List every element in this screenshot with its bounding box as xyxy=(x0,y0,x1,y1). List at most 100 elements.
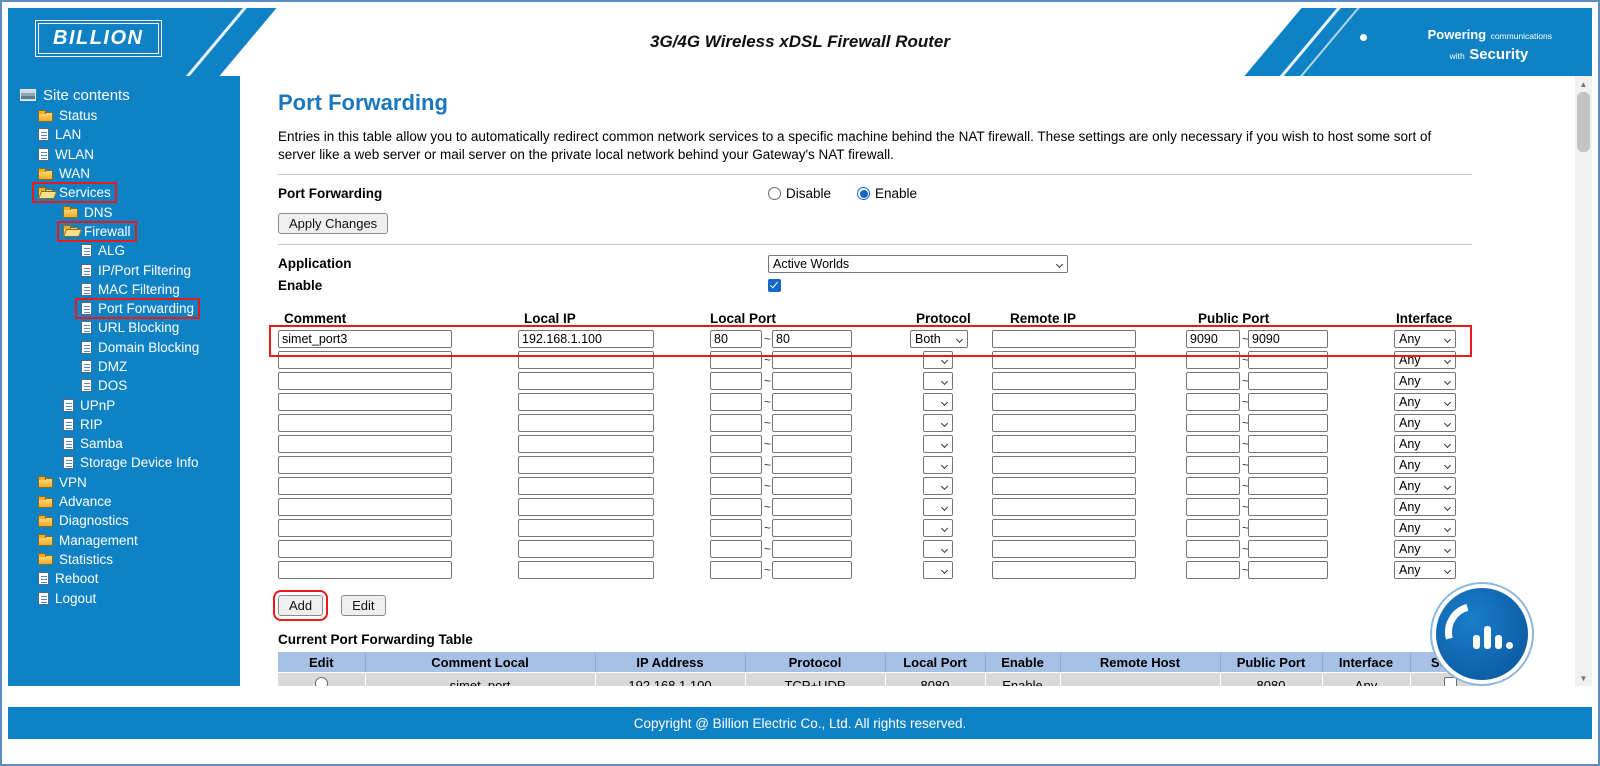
interface-select[interactable]: Any xyxy=(1394,456,1456,474)
remote-ip-input[interactable] xyxy=(992,561,1136,579)
scrollbar-thumb[interactable] xyxy=(1577,92,1590,152)
interface-select[interactable]: Any xyxy=(1394,330,1456,348)
scroll-down-arrow-icon[interactable]: ▼ xyxy=(1575,670,1592,686)
public-port-to-input[interactable] xyxy=(1248,351,1328,369)
interface-select[interactable]: Any xyxy=(1394,477,1456,495)
local-ip-input[interactable] xyxy=(518,477,654,495)
sidebar-item-advance[interactable]: Advance xyxy=(8,492,240,511)
interface-select[interactable]: Any xyxy=(1394,372,1456,390)
public-port-from-input[interactable] xyxy=(1186,456,1240,474)
protocol-select[interactable]: Both xyxy=(910,330,968,348)
comment-input[interactable] xyxy=(278,540,452,558)
local-port-to-input[interactable] xyxy=(772,393,852,411)
public-port-to-input[interactable] xyxy=(1248,519,1328,537)
public-port-from-input[interactable] xyxy=(1186,393,1240,411)
interface-select[interactable]: Any xyxy=(1394,498,1456,516)
sidebar-item-mac-filtering[interactable]: MAC Filtering xyxy=(8,280,240,299)
sidebar-item-management[interactable]: Management xyxy=(8,531,240,550)
local-port-from-input[interactable] xyxy=(710,330,762,348)
local-port-to-input[interactable] xyxy=(772,519,852,537)
local-port-from-input[interactable] xyxy=(710,393,762,411)
interface-select[interactable]: Any xyxy=(1394,435,1456,453)
public-port-from-input[interactable] xyxy=(1186,435,1240,453)
protocol-select[interactable] xyxy=(923,498,953,516)
public-port-from-input[interactable] xyxy=(1186,519,1240,537)
interface-select[interactable]: Any xyxy=(1394,351,1456,369)
enable-checkbox[interactable] xyxy=(768,279,781,292)
remote-ip-input[interactable] xyxy=(992,435,1136,453)
remote-ip-input[interactable] xyxy=(992,330,1136,348)
remote-ip-input[interactable] xyxy=(992,519,1136,537)
comment-input[interactable] xyxy=(278,435,452,453)
local-port-to-input[interactable] xyxy=(772,351,852,369)
enable-radio[interactable] xyxy=(857,187,870,200)
comment-input[interactable] xyxy=(278,414,452,432)
vertical-scrollbar[interactable]: ▲ ▼ xyxy=(1575,76,1592,686)
sidebar-item-url-blocking[interactable]: URL Blocking xyxy=(8,318,240,337)
public-port-from-input[interactable] xyxy=(1186,561,1240,579)
local-ip-input[interactable] xyxy=(518,498,654,516)
public-port-from-input[interactable] xyxy=(1186,477,1240,495)
comment-input[interactable] xyxy=(278,330,452,348)
sidebar-item-status[interactable]: Status xyxy=(8,106,240,125)
protocol-select[interactable] xyxy=(923,414,953,432)
local-ip-input[interactable] xyxy=(518,435,654,453)
local-ip-input[interactable] xyxy=(518,393,654,411)
local-port-from-input[interactable] xyxy=(710,519,762,537)
sidebar-item-dos[interactable]: DOS xyxy=(8,376,240,395)
local-port-from-input[interactable] xyxy=(710,456,762,474)
sidebar-item-lan[interactable]: LAN xyxy=(8,125,240,144)
edit-button[interactable]: Edit xyxy=(341,595,385,616)
sidebar-item-ip-port-filtering[interactable]: IP/Port Filtering xyxy=(8,260,240,279)
public-port-from-input[interactable] xyxy=(1186,351,1240,369)
local-port-to-input[interactable] xyxy=(772,498,852,516)
local-ip-input[interactable] xyxy=(518,414,654,432)
sidebar-item-firewall[interactable]: Firewall xyxy=(8,222,240,241)
sidebar-item-services[interactable]: Services xyxy=(8,183,240,202)
protocol-select[interactable] xyxy=(923,477,953,495)
public-port-to-input[interactable] xyxy=(1248,498,1328,516)
public-port-to-input[interactable] xyxy=(1248,435,1328,453)
local-ip-input[interactable] xyxy=(518,519,654,537)
remote-ip-input[interactable] xyxy=(992,351,1136,369)
sidebar-item-logout[interactable]: Logout xyxy=(8,588,240,607)
public-port-from-input[interactable] xyxy=(1186,414,1240,432)
remote-ip-input[interactable] xyxy=(992,456,1136,474)
local-port-from-input[interactable] xyxy=(710,561,762,579)
remote-ip-input[interactable] xyxy=(992,477,1136,495)
local-port-to-input[interactable] xyxy=(772,435,852,453)
public-port-to-input[interactable] xyxy=(1248,456,1328,474)
remote-ip-input[interactable] xyxy=(992,393,1136,411)
local-port-to-input[interactable] xyxy=(772,456,852,474)
sidebar-item-samba[interactable]: Samba xyxy=(8,434,240,453)
protocol-select[interactable] xyxy=(923,393,953,411)
public-port-from-input[interactable] xyxy=(1186,498,1240,516)
sidebar-item-statistics[interactable]: Statistics xyxy=(8,550,240,569)
comment-input[interactable] xyxy=(278,561,452,579)
edit-radio[interactable] xyxy=(315,677,328,686)
local-port-from-input[interactable] xyxy=(710,435,762,453)
interface-select[interactable]: Any xyxy=(1394,393,1456,411)
local-port-to-input[interactable] xyxy=(772,477,852,495)
public-port-to-input[interactable] xyxy=(1248,477,1328,495)
local-port-to-input[interactable] xyxy=(772,330,852,348)
protocol-select[interactable] xyxy=(923,372,953,390)
comment-input[interactable] xyxy=(278,498,452,516)
remote-ip-input[interactable] xyxy=(992,414,1136,432)
local-port-from-input[interactable] xyxy=(710,351,762,369)
protocol-select[interactable] xyxy=(923,561,953,579)
sidebar-item-wan[interactable]: WAN xyxy=(8,164,240,183)
local-port-from-input[interactable] xyxy=(710,477,762,495)
local-port-to-input[interactable] xyxy=(772,414,852,432)
public-port-to-input[interactable] xyxy=(1248,540,1328,558)
add-button[interactable]: Add xyxy=(278,595,323,616)
sidebar-item-port-forwarding[interactable]: Port Forwarding xyxy=(8,299,240,318)
sidebar-item-wlan[interactable]: WLAN xyxy=(8,145,240,164)
sidebar-item-dns[interactable]: DNS xyxy=(8,202,240,221)
sidebar-item-diagnostics[interactable]: Diagnostics xyxy=(8,511,240,530)
interface-select[interactable]: Any xyxy=(1394,519,1456,537)
protocol-select[interactable] xyxy=(923,456,953,474)
sidebar-item-domain-blocking[interactable]: Domain Blocking xyxy=(8,338,240,357)
public-port-to-input[interactable] xyxy=(1248,372,1328,390)
local-port-from-input[interactable] xyxy=(710,372,762,390)
